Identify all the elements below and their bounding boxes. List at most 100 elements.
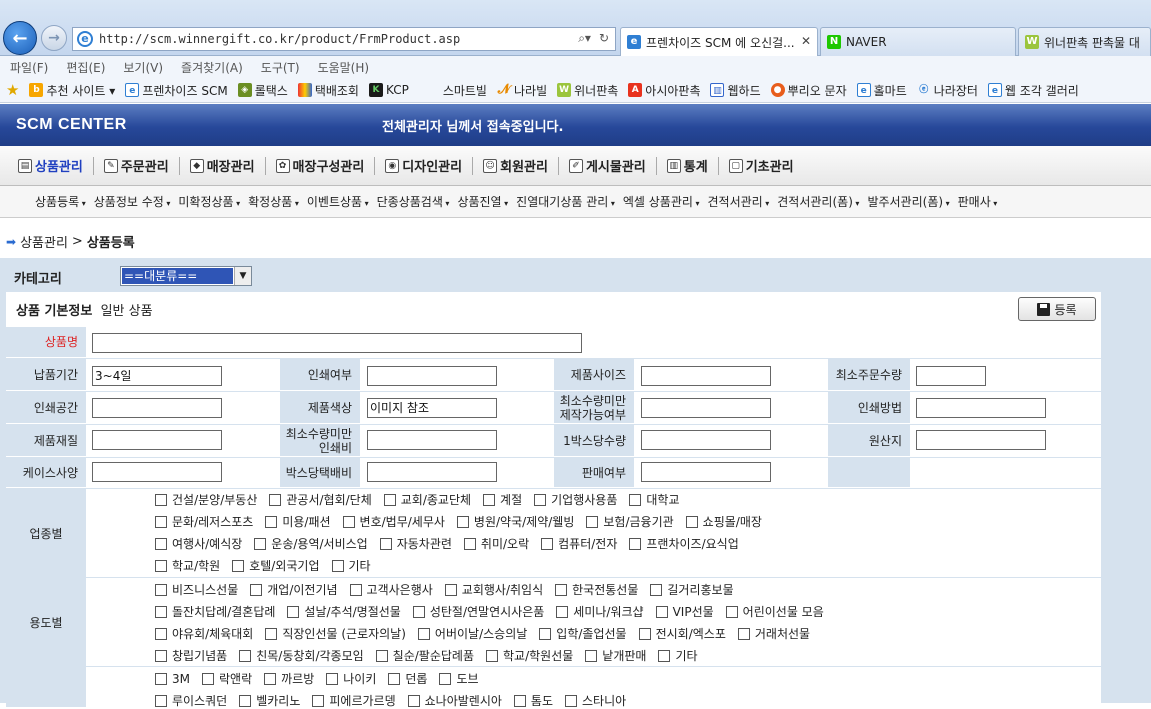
checkbox-item[interactable]: 벨카리노 (239, 692, 300, 709)
menu-help[interactable]: 도움말(H) (318, 59, 370, 76)
checkbox-item[interactable]: 길거리홍보물 (650, 581, 734, 598)
checkbox-item[interactable]: 대학교 (629, 491, 680, 508)
nav-basic[interactable]: ▢ 기초관리 (719, 157, 804, 175)
fav-item[interactable]: e 프렌차이즈 SCM (125, 82, 228, 99)
checkbox[interactable] (155, 605, 167, 618)
fav-item[interactable]: e웹 조각 갤러리 (987, 82, 1079, 99)
menu-view[interactable]: 보기(V) (123, 59, 163, 76)
checkbox[interactable] (239, 649, 252, 662)
checkbox-item[interactable]: 3M (155, 672, 190, 686)
fav-item[interactable]: ● 뿌리오 문자 (770, 82, 847, 99)
checkbox[interactable] (565, 694, 577, 707)
checkbox-item[interactable]: 개업/이전기념 (250, 581, 338, 598)
checkbox-item[interactable]: 나이키 (326, 670, 376, 687)
checkbox[interactable] (638, 627, 651, 640)
checkbox-item[interactable]: 스타니아 (565, 692, 626, 709)
checkbox[interactable] (412, 605, 425, 618)
checkbox[interactable] (155, 627, 167, 640)
checkbox-item[interactable]: 창립기념품 (155, 647, 227, 664)
checkbox[interactable] (417, 627, 430, 640)
checkbox-item[interactable]: 루이스쿼던 (155, 692, 227, 709)
checkbox[interactable] (349, 583, 362, 596)
checkbox-item[interactable]: 자동차관련 (379, 535, 452, 552)
checkbox[interactable] (485, 649, 498, 662)
checkbox-item[interactable]: 계절 (483, 491, 522, 508)
checkbox-item[interactable]: 칠순/팔순답례품 (375, 647, 474, 664)
subnav-item[interactable]: 단종상품검색 (377, 193, 458, 210)
checkbox[interactable] (155, 583, 167, 596)
checkbox-item[interactable]: 락앤락 (202, 670, 252, 687)
checkbox-item[interactable]: 입학/졸업선물 (539, 625, 627, 642)
case-spec-input[interactable] (92, 462, 222, 482)
checkbox[interactable] (388, 672, 401, 685)
checkbox[interactable] (155, 493, 167, 506)
checkbox[interactable] (629, 493, 642, 506)
checkbox[interactable] (658, 649, 671, 662)
checkbox[interactable] (585, 649, 598, 662)
fav-item[interactable]: 택배조회 (297, 82, 359, 99)
subnav-item[interactable]: 발주서관리(폼) (867, 193, 957, 210)
checkbox[interactable] (541, 537, 554, 550)
nav-member[interactable]: ☺ 회원관리 (473, 156, 559, 175)
refresh-icon[interactable]: ↻ (599, 31, 609, 46)
checkbox[interactable] (539, 627, 552, 640)
fav-item[interactable]: K KCP (368, 83, 409, 97)
checkbox[interactable] (155, 515, 167, 528)
checkbox-item[interactable]: 기타 (658, 647, 698, 664)
checkbox[interactable] (439, 672, 452, 685)
checkbox[interactable] (513, 694, 526, 707)
checkbox[interactable] (312, 694, 325, 707)
checkbox-item[interactable]: 학교/학원선물 (485, 647, 573, 664)
subnav-item[interactable]: 견적서관리(폼) (777, 193, 867, 210)
checkbox-item[interactable]: 전시회/엑스포 (638, 625, 726, 642)
tab-winner[interactable]: W 위너판촉 판촉물 대 (1018, 27, 1151, 56)
under-min-input[interactable] (641, 398, 771, 418)
subnav-item[interactable]: 진열대기상품 관리 (516, 193, 623, 210)
checkbox-item[interactable]: 호텔/외국기업 (232, 557, 320, 574)
checkbox[interactable] (155, 559, 167, 572)
checkbox-item[interactable]: 한국전통선물 (555, 581, 638, 598)
checkbox[interactable] (725, 605, 738, 618)
nav-store[interactable]: ◆ 매장관리 (180, 156, 266, 175)
forward-button[interactable]: → (41, 25, 67, 51)
material-input[interactable] (92, 430, 222, 450)
under-min-print-cost-input[interactable] (367, 430, 497, 450)
breadcrumb-parent[interactable]: 상품관리 (20, 232, 68, 251)
fav-item[interactable]: 스마트빌 (443, 82, 487, 99)
print-area-input[interactable] (92, 398, 222, 418)
subnav-item[interactable]: 상품진열 (457, 193, 516, 210)
checkbox-item[interactable]: 직장인선물 (근로자의날) (265, 625, 406, 642)
checkbox-item[interactable]: 고객사은행사 (349, 581, 433, 598)
checkbox[interactable] (586, 515, 599, 528)
search-icon[interactable]: ⌕▾ (578, 31, 591, 46)
checkbox[interactable] (650, 583, 663, 596)
checkbox-item[interactable]: 문화/레저스포츠 (155, 513, 253, 530)
print-method-input[interactable] (916, 398, 1046, 418)
subnav-item[interactable]: 엑셀 상품관리 (623, 193, 708, 210)
chevron-down-icon[interactable]: ▼ (234, 267, 251, 285)
checkbox-item[interactable]: 교회행사/취임식 (444, 581, 543, 598)
register-button[interactable]: 등록 (1018, 297, 1096, 321)
checkbox-item[interactable]: 관공서/협회/단체 (269, 491, 372, 508)
checkbox-item[interactable]: 도브 (439, 670, 479, 687)
fav-item[interactable]: A 아시아판촉 (628, 82, 700, 99)
checkbox-item[interactable]: 톰도 (513, 692, 553, 709)
menu-tools[interactable]: 도구(T) (261, 59, 300, 76)
checkbox[interactable] (155, 672, 167, 685)
size-input[interactable] (641, 366, 771, 386)
subnav-item[interactable]: 상품등록 (35, 193, 94, 210)
checkbox-item[interactable]: 비즈니스선물 (155, 581, 238, 598)
checkbox[interactable] (463, 537, 476, 550)
checkbox[interactable] (456, 515, 469, 528)
menu-favorites[interactable]: 즐겨찾기(A) (181, 59, 243, 76)
subnav-item[interactable]: 견적서관리 (708, 193, 778, 210)
address-bar[interactable]: e http://scm.winnergift.co.kr/product/Fr… (72, 27, 616, 51)
nav-board[interactable]: ✐ 게시물관리 (559, 156, 657, 175)
checkbox[interactable] (254, 537, 267, 550)
checkbox[interactable] (407, 694, 420, 707)
checkbox-item[interactable]: 기업행사용품 (534, 491, 617, 508)
checkbox-item[interactable]: 기타 (331, 557, 371, 574)
tab-scm[interactable]: e 프렌차이즈 SCM 에 오신걸... ✕ (620, 27, 818, 56)
checkbox[interactable] (287, 605, 300, 618)
checkbox-item[interactable]: 어린이선물 모음 (725, 603, 824, 620)
